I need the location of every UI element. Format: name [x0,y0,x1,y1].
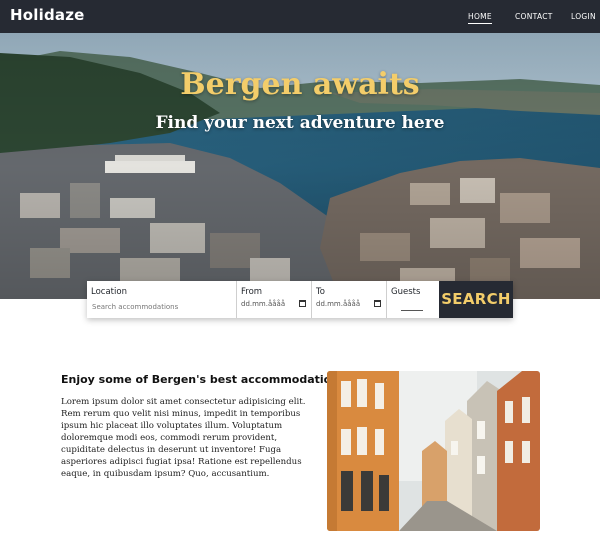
location-field[interactable]: Location Search accommodations [87,281,237,318]
nav-link-home[interactable]: HOME [468,12,492,24]
search-button[interactable]: SEARCH [439,281,513,318]
to-label: To [316,287,325,297]
location-input[interactable]: Search accommodations [92,303,178,311]
section-title: Enjoy some of Bergen's best accommodatio… [61,373,346,386]
section-body-text: Lorem ipsum dolor sit amet consectetur a… [61,397,306,479]
calendar-icon[interactable] [374,300,381,307]
hero-banner: Bergen awaits Find your next adventure h… [0,33,600,299]
search-bar: Location Search accommodations From dd.m… [87,281,513,318]
top-navbar: Holidaze HOME CONTACT LOGIN [0,0,600,33]
brand-logo[interactable]: Holidaze [10,6,85,24]
to-date-input[interactable]: dd.mm.åååå [316,300,360,308]
hero-subtitle: Find your next adventure here [155,113,445,133]
from-label: From [241,287,263,297]
to-date-field[interactable]: To dd.mm.åååå [312,281,387,318]
guests-field[interactable]: Guests [387,281,439,318]
from-date-input[interactable]: dd.mm.åååå [241,300,285,308]
location-label: Location [91,287,127,297]
hero-title: Bergen awaits [180,67,420,102]
street-photo [327,371,540,531]
from-date-field[interactable]: From dd.mm.åååå [237,281,312,318]
street-image [327,371,540,531]
calendar-icon[interactable] [299,300,306,307]
nav-link-login[interactable]: LOGIN [571,12,596,21]
guests-input[interactable] [401,310,423,311]
guests-label: Guests [391,287,421,297]
nav-link-contact[interactable]: CONTACT [515,12,553,21]
